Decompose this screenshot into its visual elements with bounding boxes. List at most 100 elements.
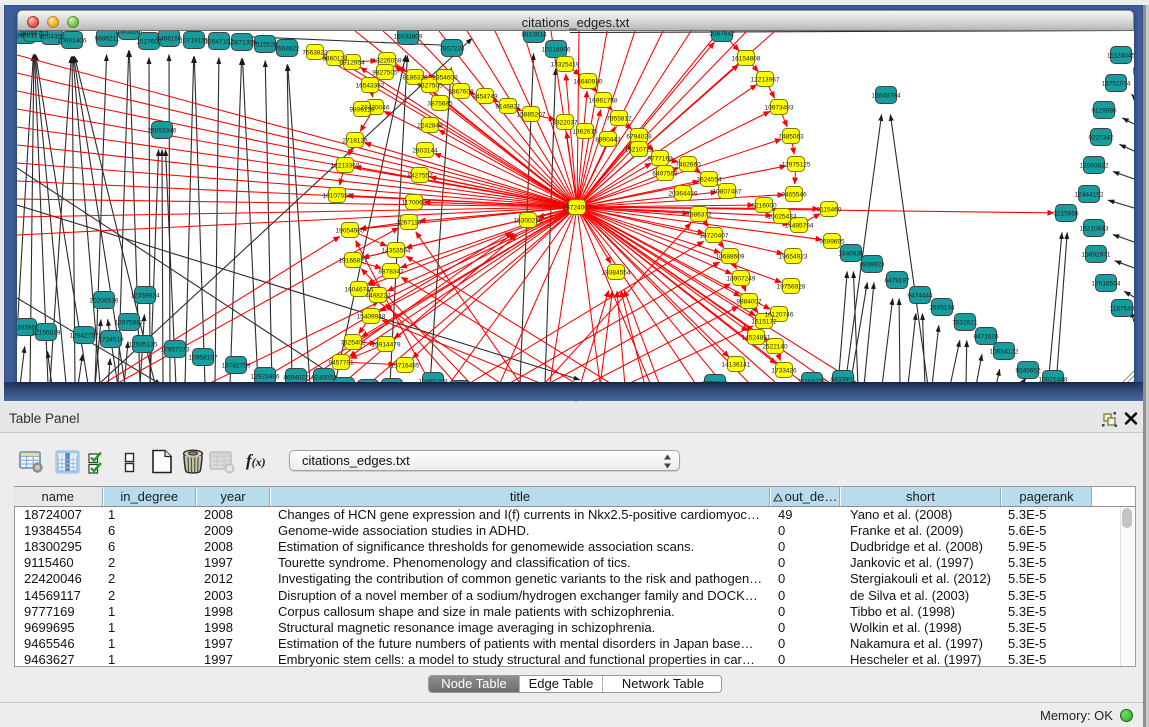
- svg-text:9474444: 9474444: [907, 293, 933, 300]
- svg-text:7886372: 7886372: [686, 212, 712, 219]
- svg-text:10973493: 10973493: [765, 105, 794, 112]
- svg-text:15716485: 15716485: [391, 363, 420, 370]
- svg-text:15885207: 15885207: [517, 112, 546, 119]
- svg-text:8471626: 8471626: [973, 334, 999, 341]
- svg-text:8427552: 8427552: [407, 173, 433, 180]
- svg-text:10653267: 10653267: [115, 31, 144, 36]
- svg-text:8878342: 8878342: [378, 269, 404, 276]
- svg-text:16640910: 16640910: [574, 79, 603, 86]
- svg-text:16648784: 16648784: [872, 93, 901, 100]
- svg-text:10688609: 10688609: [716, 254, 745, 261]
- svg-text:3267110: 3267110: [397, 220, 422, 227]
- svg-text:12093822: 12093822: [1080, 163, 1109, 170]
- svg-text:8813014: 8813014: [521, 32, 547, 39]
- svg-text:7462660: 7462660: [675, 162, 701, 169]
- svg-text:1362615: 1362615: [572, 129, 598, 136]
- svg-text:1734519: 1734519: [98, 337, 124, 344]
- svg-text:9699695: 9699695: [819, 239, 845, 246]
- svg-text:4498222: 4498222: [365, 293, 391, 300]
- svg-text:8433901: 8433901: [830, 377, 856, 383]
- svg-text:6794028: 6794028: [626, 134, 652, 141]
- svg-text:8694022: 8694022: [283, 375, 309, 382]
- svg-text:9457791: 9457791: [328, 360, 354, 367]
- svg-text:2087642: 2087642: [709, 31, 735, 38]
- svg-text:2935134: 2935134: [929, 305, 955, 312]
- svg-text:12942757: 12942757: [70, 333, 99, 340]
- svg-text:7955812: 7955812: [606, 116, 632, 123]
- svg-text:9465546: 9465546: [781, 192, 807, 199]
- svg-text:16033809: 16033809: [394, 34, 423, 41]
- svg-text:1640935: 1640935: [838, 251, 864, 258]
- svg-text:12444152: 12444152: [1075, 192, 1104, 199]
- svg-text:15692971: 15692971: [1082, 252, 1111, 259]
- svg-text:9227342: 9227342: [1088, 135, 1114, 142]
- svg-text:6216000: 6216000: [751, 203, 777, 210]
- svg-text:17016504: 17016504: [1092, 281, 1121, 288]
- svg-text:9884007: 9884007: [736, 299, 762, 306]
- svg-text:15300275: 15300275: [514, 218, 543, 225]
- svg-text:2803144: 2803144: [412, 148, 438, 155]
- svg-text:3875685: 3875685: [427, 101, 453, 108]
- svg-text:14136141: 14136141: [722, 362, 751, 369]
- svg-text:9327505: 9327505: [417, 83, 443, 90]
- svg-text:12213369: 12213369: [331, 163, 360, 170]
- svg-text:3624554: 3624554: [696, 177, 722, 184]
- svg-text:10218906: 10218906: [542, 47, 571, 54]
- svg-text:16120746: 16120746: [765, 312, 794, 319]
- svg-text:9777169: 9777169: [647, 156, 673, 163]
- svg-text:11104228: 11104228: [798, 379, 826, 383]
- svg-text:8454749: 8454749: [472, 94, 498, 101]
- svg-text:6466160: 6466160: [156, 36, 182, 43]
- svg-text:20691406: 20691406: [58, 38, 87, 45]
- svg-text:2354600: 2354600: [432, 75, 458, 82]
- svg-text:11124045: 11124045: [1107, 53, 1134, 60]
- svg-text:16543362: 16543362: [356, 83, 385, 90]
- svg-text:12975125: 12975125: [782, 162, 811, 169]
- svg-text:18907249: 18907249: [727, 276, 756, 283]
- svg-text:13975887: 13975887: [115, 320, 144, 327]
- svg-text:8912954: 8912954: [339, 60, 365, 67]
- svg-text:19756928: 19756928: [777, 284, 806, 291]
- svg-text:14524851: 14524851: [742, 335, 771, 342]
- svg-text:9650213: 9650213: [702, 381, 728, 383]
- svg-text:16210722: 16210722: [625, 147, 654, 154]
- svg-text:19166827: 19166827: [339, 258, 368, 265]
- svg-text:7632621: 7632621: [952, 320, 978, 327]
- svg-text:20206536: 20206536: [90, 298, 119, 305]
- svg-text:14495794: 14495794: [785, 223, 814, 230]
- svg-text:15751074: 15751074: [1102, 81, 1131, 88]
- svg-text:7663822: 7663822: [274, 46, 300, 53]
- svg-text:18724007: 18724007: [563, 205, 592, 212]
- svg-text:16782759: 16782759: [222, 363, 251, 370]
- svg-text:2242848: 2242848: [417, 123, 443, 130]
- svg-text:12213967: 12213967: [751, 77, 780, 84]
- svg-text:2867608: 2867608: [448, 89, 474, 96]
- svg-text:15409948: 15409948: [357, 314, 386, 321]
- svg-text:1170060: 1170060: [402, 200, 427, 207]
- svg-text:20364436: 20364436: [669, 191, 698, 198]
- svg-text:16961758: 16961758: [589, 98, 618, 105]
- svg-text:12359924: 12359924: [131, 293, 160, 300]
- svg-text:10107552: 10107552: [323, 193, 352, 200]
- svg-text:10482209: 10482209: [419, 379, 448, 383]
- svg-text:26053346: 26053346: [148, 128, 177, 135]
- svg-text:17957273: 17957273: [161, 347, 190, 354]
- svg-text:9115460: 9115460: [817, 207, 842, 214]
- svg-text:16210643: 16210643: [1080, 226, 1109, 233]
- svg-text:8186328: 8186328: [402, 75, 428, 82]
- svg-text:19654923: 19654923: [779, 254, 808, 261]
- svg-text:9245052: 9245052: [311, 375, 337, 382]
- svg-text:9896120: 9896120: [349, 107, 375, 114]
- svg-text:9827505: 9827505: [372, 70, 398, 77]
- svg-text:8938923: 8938923: [859, 262, 885, 269]
- svg-text:8322037: 8322037: [552, 120, 578, 127]
- svg-text:14353594: 14353594: [382, 248, 411, 255]
- svg-text:13325419: 13325419: [551, 62, 580, 69]
- svg-text:7857224: 7857224: [439, 46, 465, 53]
- svg-text:9146821: 9146821: [495, 104, 521, 111]
- svg-text:8990443: 8990443: [595, 137, 621, 144]
- svg-text:3215958: 3215958: [1053, 211, 1079, 218]
- svg-text:10025433: 10025433: [768, 214, 797, 221]
- svg-text:1733426: 1733426: [771, 368, 797, 375]
- svg-text:16914479: 16914479: [372, 342, 401, 349]
